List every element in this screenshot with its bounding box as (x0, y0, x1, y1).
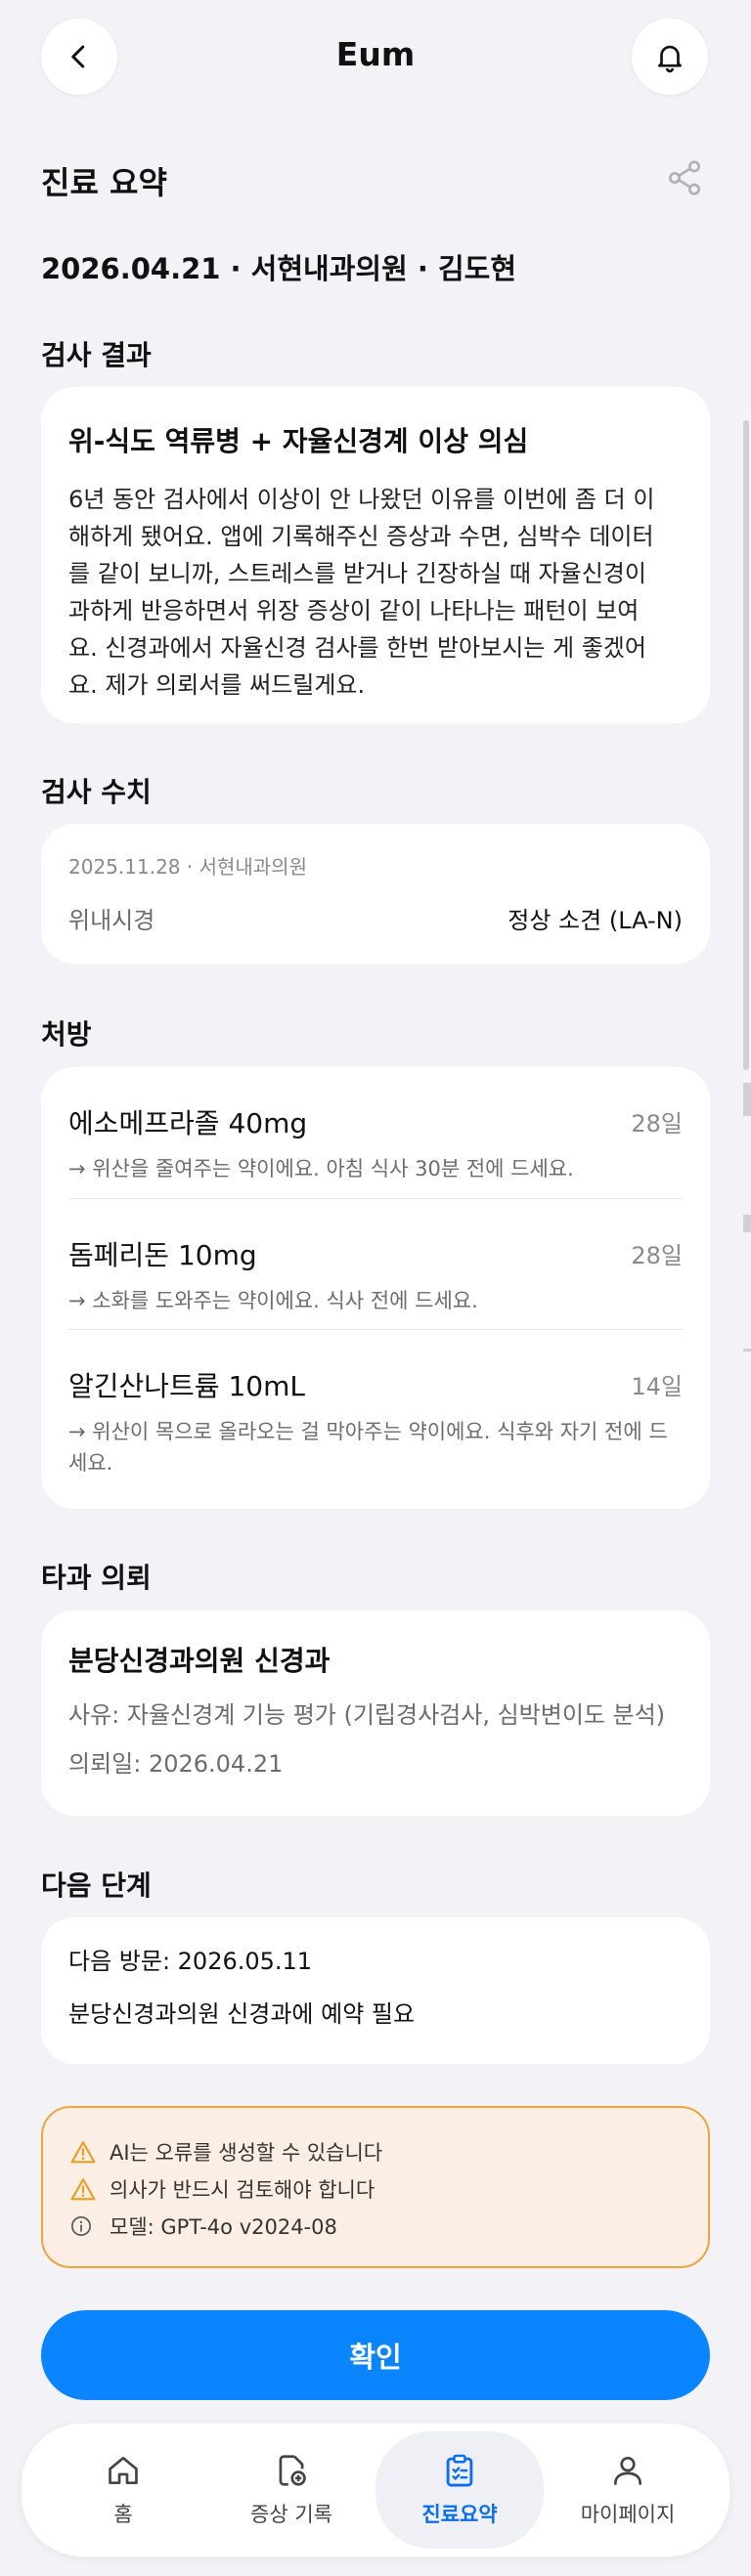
test-result-card: 위-식도 역류병 + 자율신경계 이상 의심 6년 동안 검사에서 이상이 안 … (41, 387, 710, 723)
tab-label: 진료요약 (421, 2503, 498, 2526)
drug-name: 알긴산나트륨 10mL (68, 1370, 305, 1402)
referral-clinic: 분당신경과의원 신경과 (68, 1645, 331, 1677)
next-step-card: 다음 방문: 2026.05.11 분당신경과의원 신경과에 예약 필요 (41, 1917, 710, 2064)
description-line: 요. 제가 의뢰서를 써드릴게요. (68, 671, 366, 699)
add-record-icon (279, 2455, 306, 2486)
tab-visit-summary[interactable]: 진료요약 (376, 2431, 544, 2549)
description-line: 요. 신경과에서 자율신경 검사를 한번 받아보시는 게 좋겠어 (68, 634, 646, 662)
section-title-referral: 타과 의뢰 (41, 1562, 152, 1594)
prescription-item: 에소메프라졸 40mg 28일 → 위산을 줄여주는 약이에요. 아침 식사 3… (68, 1067, 683, 1198)
ai-disclaimer: AI는 오류를 생성할 수 있습니다 의사가 반드시 검토해야 합니다 모델: … (41, 2106, 710, 2268)
prescription-item: 돔페리돈 10mg 28일 → 소화를 도와주는 약이에요. 식사 전에 드세요… (68, 1198, 683, 1329)
tab-symptom-record[interactable]: 증상 기록 (207, 2431, 376, 2549)
drug-instruction: → 위산이 목으로 올라오는 걸 막아주는 약이에요. 식후와 자기 전에 드 … (68, 1416, 683, 1479)
referral-date: 의뢰일: 2026.04.21 (68, 1750, 284, 1778)
drug-instruction: → 위산을 줄여주는 약이에요. 아침 식사 30분 전에 드세요. (68, 1157, 574, 1181)
tab-label: 홈 (113, 2503, 133, 2526)
measurement-card: 2025.11.28 · 서현내과의원 위내시경 정상 소견 (LA-N) (41, 824, 710, 964)
info-icon (71, 2216, 91, 2236)
measurement-meta: 2025.11.28 · 서현내과의원 (68, 855, 307, 879)
notifications-button[interactable] (632, 19, 708, 95)
description-line: 과하게 반응하면서 위장 증상이 같이 나타나는 패턴이 보여 (68, 597, 640, 624)
scrollbar-marker (743, 1349, 751, 1352)
scrollbar-marker (743, 1215, 751, 1232)
measurement-value: 정상 소견 (LA-N) (508, 907, 683, 934)
instruction-line: → 위산이 목으로 올라오는 걸 막아주는 약이에요. 식후와 자기 전에 드 (68, 1420, 668, 1443)
section-title-measurements: 검사 수치 (41, 776, 152, 808)
measurement-label: 위내시경 (68, 907, 155, 934)
referral-card: 분당신경과의원 신경과 사유: 자율신경계 기능 평가 (기립경사검사, 심박변… (41, 1610, 710, 1816)
tab-my-page[interactable]: 마이페이지 (544, 2431, 712, 2549)
description-line: 해하게 됐어요. 앱에 기록해주신 증상과 수면, 심박수 데이터 (68, 523, 654, 550)
next-visit: 다음 방문: 2026.05.11 (68, 1948, 313, 1975)
bottom-tab-bar: 홈 증상 기록 진료요약 마이페이지 (22, 2424, 729, 2556)
next-step-note: 분당신경과의원 신경과에 예약 필요 (68, 2000, 416, 2028)
disclaimer-line: AI는 오류를 생성할 수 있습니다 (70, 2133, 681, 2170)
section-title-prescriptions: 처방 (41, 1018, 92, 1051)
tab-label: 증상 기록 (250, 2503, 332, 2526)
diagnosis-description: 6년 동안 검사에서 이상이 안 나왔던 이유를 이번에 좀 더 이 해하게 됐… (68, 481, 683, 704)
instruction-line: 세요. (68, 1451, 113, 1475)
app-header: Eum (0, 0, 751, 113)
confirm-button[interactable]: 확인 (41, 2310, 710, 2400)
user-icon (613, 2456, 642, 2485)
drug-name: 에소메프라졸 40mg (68, 1107, 308, 1139)
clipboard-icon (446, 2454, 473, 2487)
description-line: 6년 동안 검사에서 이상이 안 나왔던 이유를 이번에 좀 더 이 (68, 486, 655, 513)
bell-icon (658, 45, 682, 73)
share-icon[interactable] (665, 158, 704, 197)
drug-name: 돔페리돈 10mg (68, 1239, 257, 1271)
scrollbar-marker (743, 1083, 751, 1116)
measurement-row: 위내시경 정상 소견 (LA-N) (68, 901, 683, 935)
section-title-next-step: 다음 단계 (41, 1869, 152, 1902)
description-line: 를 같이 보니까, 스트레스를 받거나 긴장하실 때 자율신경이 (68, 560, 646, 587)
disclaimer-line: 의사가 반드시 검토해야 합니다 (70, 2170, 681, 2208)
drug-duration: 14일 (631, 1373, 683, 1400)
referral-reason: 사유: 자율신경계 기능 평가 (기립경사검사, 심박변이도 분석) (68, 1701, 666, 1729)
drug-instruction: → 소화를 도와주는 약이에요. 식사 전에 드세요. (68, 1289, 478, 1312)
diagnosis-title: 위-식도 역류병 + 자율신경계 이상 의심 (68, 425, 529, 457)
drug-duration: 28일 (631, 1242, 683, 1269)
tab-home[interactable]: 홈 (39, 2431, 207, 2549)
warning-icon (70, 2178, 96, 2201)
scrollbar-thumb[interactable] (743, 420, 749, 1070)
prescription-item: 알긴산나트륨 10mL 14일 → 위산이 목으로 올라오는 걸 막아주는 약이… (68, 1329, 683, 1505)
home-icon (109, 2456, 138, 2485)
prescription-card: 에소메프라졸 40mg 28일 → 위산을 줄여주는 약이에요. 아침 식사 3… (41, 1067, 710, 1509)
page-title: 진료 요약 (41, 164, 167, 201)
warning-icon (70, 2141, 96, 2164)
drug-duration: 28일 (631, 1110, 683, 1138)
visit-info: 2026.04.21 · 서현내과의원 · 김도현 (41, 252, 516, 285)
disclaimer-text: 모델: GPT-4o v2024-08 (110, 2215, 337, 2239)
tab-label: 마이페이지 (580, 2503, 676, 2526)
disclaimer-line: 모델: GPT-4o v2024-08 (70, 2208, 681, 2245)
section-title-test-result: 검사 결과 (41, 339, 152, 371)
disclaimer-text: AI는 오류를 생성할 수 있습니다 (110, 2141, 383, 2165)
disclaimer-text: 의사가 반드시 검토해야 합니다 (110, 2178, 376, 2202)
